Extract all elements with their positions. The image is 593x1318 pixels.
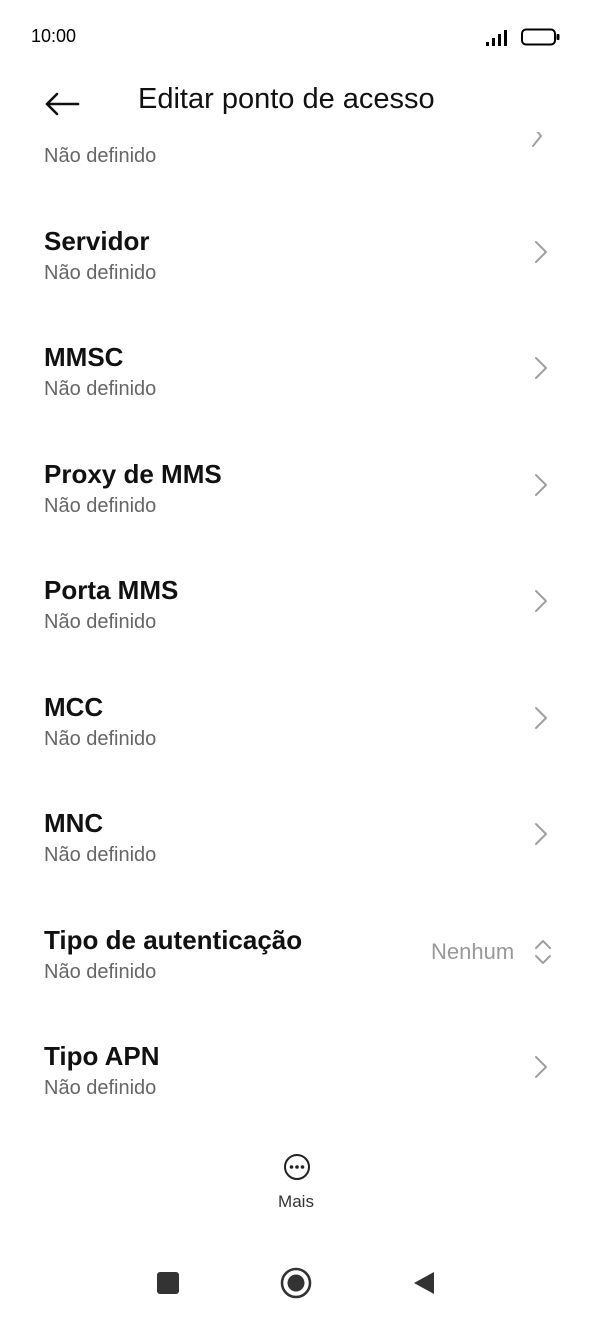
list-item-mms-port[interactable]: Porta MMS Não definido (0, 575, 593, 675)
system-nav-bar (0, 1245, 593, 1318)
signal-icon (486, 30, 507, 46)
chevron-up-down-icon (535, 940, 551, 964)
back-button[interactable] (38, 80, 86, 128)
chevron-right-icon (535, 707, 547, 729)
list-item-subtitle: Não definido (44, 961, 157, 983)
list-item-title: Servidor (44, 226, 150, 256)
chevron-right-icon (535, 241, 547, 263)
list-item-subtitle: Não definido (44, 728, 157, 750)
page-title: Editar ponto de acesso (138, 83, 435, 115)
chevron-right-icon (535, 357, 547, 379)
settings-list: Não definido Servidor Não definido MMSC … (0, 132, 593, 1122)
list-item-subtitle: Não definido (44, 495, 157, 517)
list-item-auth-type[interactable]: Tipo de autenticação Não definido Nenhum (0, 925, 593, 1025)
more-button[interactable]: Mais (256, 1150, 336, 1214)
chevron-right-icon (535, 590, 547, 612)
list-item-title: Tipo de autenticação (44, 925, 303, 955)
chevron-right-icon (535, 474, 547, 496)
square-icon[interactable] (154, 1269, 182, 1297)
status-bar: 10:00 (0, 0, 593, 72)
arrow-left-icon (45, 92, 80, 116)
list-item-subtitle: Não definido (44, 611, 157, 633)
list-item-mcc[interactable]: MCC Não definido (0, 692, 593, 792)
list-item-servidor[interactable]: Servidor Não definido (0, 226, 593, 326)
list-item-title: Porta MMS (44, 575, 179, 605)
list-item-subtitle: Não definido (44, 844, 157, 866)
list-item-subtitle: Não definido (44, 145, 157, 167)
status-time: 10:00 (31, 26, 77, 46)
list-item-mnc[interactable]: MNC Não definido (0, 808, 593, 908)
chevron-right-icon (532, 132, 542, 147)
list-item-title: Proxy de MMS (44, 459, 222, 489)
chevron-right-icon (535, 823, 547, 845)
battery-icon (521, 28, 560, 46)
list-item-apn-type[interactable]: Tipo APN Não definido (0, 1041, 593, 1122)
chevron-right-icon (535, 1056, 547, 1078)
list-item-mms-proxy[interactable]: Proxy de MMS Não definido (0, 459, 593, 559)
auth-type-value: Nenhum (431, 939, 515, 964)
list-item-title: MMSC (44, 342, 124, 372)
list-item-title: MNC (44, 808, 104, 838)
list-item-title: MCC (44, 692, 104, 722)
list-item-subtitle: Não definido (44, 1077, 157, 1099)
circle-icon[interactable] (279, 1266, 313, 1300)
list-item-partial[interactable]: Não definido (0, 132, 593, 182)
more-dots-icon (284, 1154, 310, 1180)
list-item-title: Tipo APN (44, 1041, 160, 1071)
triangle-back-icon[interactable] (410, 1269, 438, 1297)
app-header: Editar ponto de acesso (0, 72, 593, 132)
more-label: Mais (278, 1192, 314, 1211)
list-item-subtitle: Não definido (44, 262, 157, 284)
list-item-subtitle: Não definido (44, 378, 157, 400)
list-item-mmsc[interactable]: MMSC Não definido (0, 342, 593, 442)
